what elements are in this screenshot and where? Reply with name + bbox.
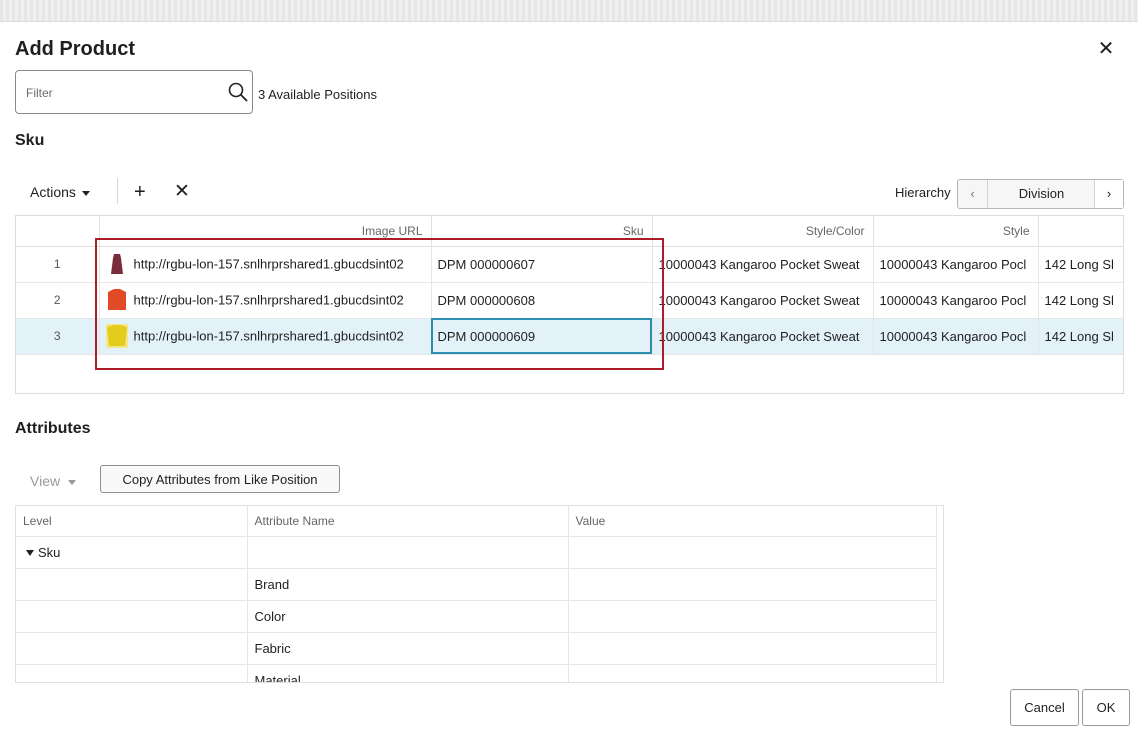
column-header-sku[interactable]: Sku — [431, 216, 653, 247]
style-color-cell[interactable]: 10000043 Kangaroo Pocket Sweat — [652, 246, 874, 283]
list-item[interactable]: Brand — [16, 568, 937, 601]
sku-grid: Image URL Sku Style/Color Style 1 http:/… — [15, 215, 1124, 394]
image-url-text: http://rgbu-lon-157.snlhrprshared1.gbucd… — [133, 256, 404, 272]
hierarchy-label: Hierarchy — [895, 185, 951, 200]
list-item[interactable]: Fabric — [16, 632, 937, 665]
toolbar-divider — [117, 178, 118, 204]
view-menu[interactable]: View — [30, 473, 77, 489]
caret-down-icon — [81, 190, 90, 196]
image-url-text: http://rgbu-lon-157.snlhrprshared1.gbucd… — [133, 292, 404, 308]
column-header[interactable] — [1038, 216, 1123, 247]
hierarchy-value: Division — [1018, 186, 1065, 201]
sku-heading: Sku — [15, 132, 45, 149]
table-row[interactable]: 2 http://rgbu-lon-157.snlhrprshared1.gbu… — [16, 282, 1123, 319]
column-header-level[interactable]: Level — [16, 506, 248, 537]
style-cell[interactable]: 10000043 Kangaroo Pocl — [873, 282, 1039, 319]
sku-cell[interactable]: DPM 000000607 — [431, 246, 653, 283]
level-cell — [16, 632, 248, 665]
extra-cell[interactable]: 142 Long Sl — [1038, 318, 1123, 355]
column-header-attribute-name[interactable]: Attribute Name — [247, 506, 569, 537]
chevron-right-icon[interactable]: › — [1094, 180, 1123, 208]
style-color-cell[interactable]: 10000043 Kangaroo Pocket Sweat — [652, 282, 874, 319]
row-number: 3 — [16, 318, 100, 355]
extra-cell[interactable]: 142 Long Sl — [1038, 246, 1123, 283]
column-header-style-color[interactable]: Style/Color — [652, 216, 874, 247]
product-thumbnail-icon — [105, 252, 128, 276]
row-number: 2 — [16, 282, 100, 319]
level-cell — [16, 600, 248, 633]
style-cell[interactable]: 10000043 Kangaroo Pocl — [873, 246, 1039, 283]
hierarchy-selector: ‹ Division › — [957, 179, 1124, 209]
attribute-name-cell — [247, 536, 569, 569]
background-page-strip — [0, 0, 1138, 22]
attribute-name-cell: Material — [247, 664, 569, 682]
level-cell — [16, 568, 248, 601]
extra-cell[interactable]: 142 Long Sl — [1038, 282, 1123, 319]
search-icon[interactable] — [227, 81, 249, 103]
available-positions-text: 3 Available Positions — [258, 87, 378, 102]
tree-group-row[interactable]: Sku — [16, 536, 937, 569]
level-cell — [16, 664, 248, 682]
list-item[interactable]: Material — [16, 664, 937, 682]
caret-down-icon — [68, 479, 77, 485]
sku-cell[interactable]: DPM 000000608 — [431, 282, 653, 319]
ok-button[interactable]: OK — [1082, 689, 1130, 726]
table-row-selected[interactable]: 3 http://rgbu-lon-157.snlhrprshared1.gbu… — [16, 318, 1123, 355]
actions-label: Actions — [30, 184, 76, 200]
filter-field[interactable] — [15, 70, 253, 114]
value-cell[interactable] — [568, 536, 937, 569]
close-icon[interactable]: ✕ — [1096, 39, 1116, 60]
attribute-name-cell: Fabric — [247, 632, 569, 665]
view-label: View — [30, 473, 61, 489]
image-url-text: http://rgbu-lon-157.snlhrprshared1.gbucd… — [133, 328, 404, 344]
filter-input[interactable] — [26, 83, 216, 103]
style-color-cell[interactable]: 10000043 Kangaroo Pocket Sweat — [652, 318, 874, 355]
value-cell[interactable] — [568, 600, 937, 633]
value-cell[interactable] — [568, 664, 937, 682]
attribute-name-cell: Brand — [247, 568, 569, 601]
value-cell[interactable] — [568, 632, 937, 665]
attribute-name-cell: Color — [247, 600, 569, 633]
value-cell[interactable] — [568, 568, 937, 601]
level-cell[interactable]: Sku — [16, 536, 248, 569]
row-number: 1 — [16, 246, 100, 283]
sku-grid-header: Image URL Sku Style/Color Style — [16, 216, 1123, 247]
table-row[interactable]: 1 http://rgbu-lon-157.snlhrprshared1.gbu… — [16, 246, 1123, 283]
add-product-dialog: Add Product ✕ 3 Available Positions Sku … — [0, 22, 1138, 734]
style-cell[interactable]: 10000043 Kangaroo Pocl — [873, 318, 1039, 355]
attributes-grid-header: Level Attribute Name Value — [16, 506, 937, 537]
expand-triangle-icon[interactable] — [26, 550, 34, 557]
dialog-title: Add Product — [15, 38, 135, 60]
sku-cell-focused[interactable]: DPM 000000609 — [431, 318, 653, 355]
actions-menu[interactable]: Actions — [30, 184, 90, 200]
column-header-image-url[interactable]: Image URL — [99, 216, 432, 247]
column-header[interactable] — [16, 216, 100, 247]
cancel-button[interactable]: Cancel — [1010, 689, 1079, 726]
thumbnail-shape — [106, 325, 127, 346]
chevron-left-icon[interactable]: ‹ — [958, 180, 988, 208]
list-item[interactable]: Color — [16, 600, 937, 633]
thumbnail-shape — [107, 289, 126, 310]
column-header-value[interactable]: Value — [568, 506, 937, 537]
column-header-style[interactable]: Style — [873, 216, 1039, 247]
plus-icon[interactable]: + — [134, 182, 146, 202]
image-url-cell[interactable]: http://rgbu-lon-157.snlhrprshared1.gbucd… — [99, 282, 432, 319]
product-thumbnail-icon — [105, 324, 128, 348]
image-url-cell[interactable]: http://rgbu-lon-157.snlhrprshared1.gbucd… — [99, 318, 432, 355]
x-icon[interactable]: ✕ — [174, 182, 190, 202]
attributes-grid: Level Attribute Name Value Sku Brand Col… — [15, 505, 944, 683]
copy-attributes-button[interactable]: Copy Attributes from Like Position — [100, 465, 340, 493]
image-url-cell[interactable]: http://rgbu-lon-157.snlhrprshared1.gbucd… — [99, 246, 432, 283]
attributes-heading: Attributes — [15, 420, 91, 437]
product-thumbnail-icon — [105, 288, 128, 312]
group-label: Sku — [38, 544, 61, 560]
